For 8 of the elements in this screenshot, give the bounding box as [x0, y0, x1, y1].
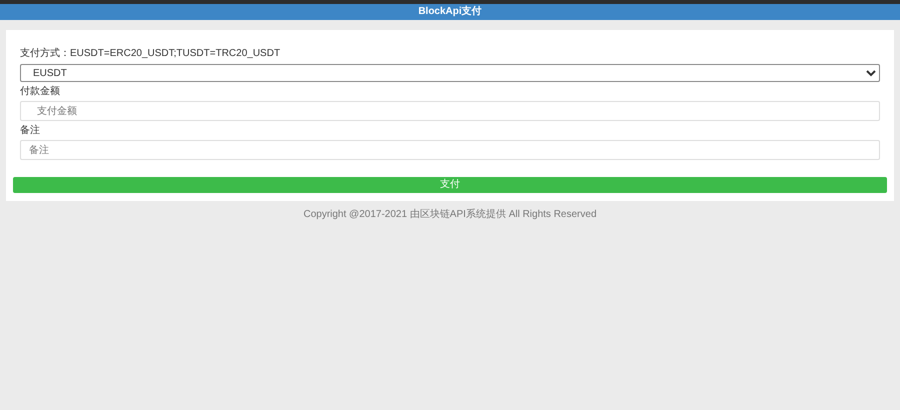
note-label: 备注 — [20, 124, 41, 138]
note-input-field[interactable]: 备注 — [20, 140, 880, 160]
payment-method-select[interactable]: EUSDT — [20, 64, 880, 82]
copyright-text: Copyright @2017-2021 由区块链API系统提供 All Rights Reserved — [303, 208, 597, 222]
amount-label: 付款金额 — [20, 85, 61, 99]
payment-method-label: 支付方式：EUSDT=ERC20_USDT;TUSDT=TRC20_USDT — [20, 47, 282, 61]
amount-input-field[interactable]: 支付金额 — [20, 101, 880, 121]
header-title: BlockApi支付 — [418, 7, 482, 17]
